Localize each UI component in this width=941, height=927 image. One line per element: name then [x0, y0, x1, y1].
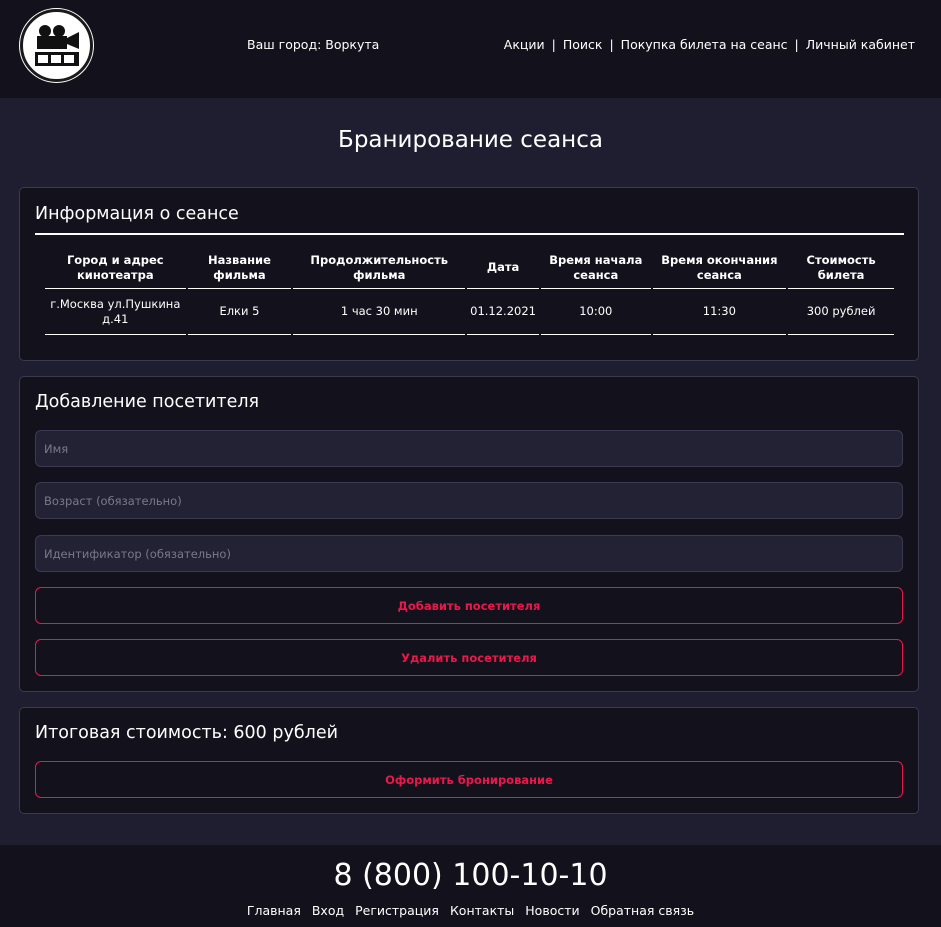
city-label[interactable]: Ваш город: Воркута	[247, 37, 379, 52]
nav-separator: |	[551, 37, 556, 52]
footer-link-feedback[interactable]: Обратная связь	[591, 903, 695, 918]
nav-link-promotions[interactable]: Акции	[504, 37, 545, 52]
add-visitor-card: Добавление посетителя Добавить посетител…	[19, 376, 919, 692]
divider	[35, 233, 904, 235]
cell-start: 10:00	[540, 289, 651, 335]
footer-link-news[interactable]: Новости	[525, 903, 579, 918]
total-card: Итоговая стоимость: 600 рублей Оформить …	[19, 707, 919, 814]
column-header-price: Стоимость билета	[788, 247, 894, 289]
add-visitor-title: Добавление посетителя	[35, 392, 260, 412]
cell-address: г.Москва ул.Пушкина д.41	[45, 289, 186, 335]
nav-link-buy-ticket[interactable]: Покупка билета на сеанс	[621, 37, 788, 52]
footer-link-register[interactable]: Регистрация	[355, 903, 439, 918]
remove-visitor-button[interactable]: Удалить посетителя	[35, 639, 903, 676]
footer-link-login[interactable]: Вход	[312, 903, 344, 918]
column-header-address: Город и адрес кинотеатра	[45, 247, 186, 289]
column-header-film: Название фильма	[187, 247, 292, 289]
add-visitor-button[interactable]: Добавить посетителя	[35, 587, 903, 624]
phone-number[interactable]: 8 (800) 100-10-10	[0, 858, 941, 893]
identifier-input[interactable]	[35, 535, 903, 572]
nav-separator: |	[609, 37, 614, 52]
name-input[interactable]	[35, 430, 903, 467]
nav-link-search[interactable]: Поиск	[563, 37, 603, 52]
site-footer: 8 (800) 100-10-10 Главная Вход Регистрац…	[0, 845, 941, 927]
footer-link-contacts[interactable]: Контакты	[450, 903, 514, 918]
total-price: Итоговая стоимость: 600 рублей	[35, 723, 338, 743]
top-nav: Акции | Поиск | Покупка билета на сеанс …	[504, 37, 915, 52]
book-button[interactable]: Оформить бронирование	[35, 761, 903, 798]
site-header: Ваш город: Воркута Акции | Поиск | Покуп…	[0, 0, 941, 98]
footer-link-home[interactable]: Главная	[247, 903, 301, 918]
cell-price: 300 рублей	[788, 289, 894, 335]
cell-date: 01.12.2021	[467, 289, 539, 335]
column-header-start: Время начала сеанса	[540, 247, 651, 289]
cell-end: 11:30	[652, 289, 787, 335]
column-header-end: Время окончания сеанса	[652, 247, 787, 289]
column-header-duration: Продолжительность фильма	[293, 247, 466, 289]
logo[interactable]	[20, 9, 93, 82]
session-table: Город и адрес кинотеатра Название фильма…	[43, 247, 896, 335]
cell-duration: 1 час 30 мин	[293, 289, 466, 335]
nav-separator: |	[794, 37, 799, 52]
table-row: г.Москва ул.Пушкина д.41 Елки 5 1 час 30…	[45, 289, 894, 335]
film-camera-icon	[34, 24, 79, 66]
page-title: Бранирование сеанса	[338, 127, 603, 153]
session-info-card: Информация о сеансе Город и адрес киноте…	[19, 187, 919, 361]
cell-film: Елки 5	[187, 289, 292, 335]
age-input[interactable]	[35, 482, 903, 519]
session-info-title: Информация о сеансе	[35, 204, 239, 224]
footer-nav: Главная Вход Регистрация Контакты Новост…	[0, 903, 941, 918]
column-header-date: Дата	[467, 247, 539, 289]
table-header-row: Город и адрес кинотеатра Название фильма…	[45, 247, 894, 289]
nav-link-account[interactable]: Личный кабинет	[806, 37, 915, 52]
